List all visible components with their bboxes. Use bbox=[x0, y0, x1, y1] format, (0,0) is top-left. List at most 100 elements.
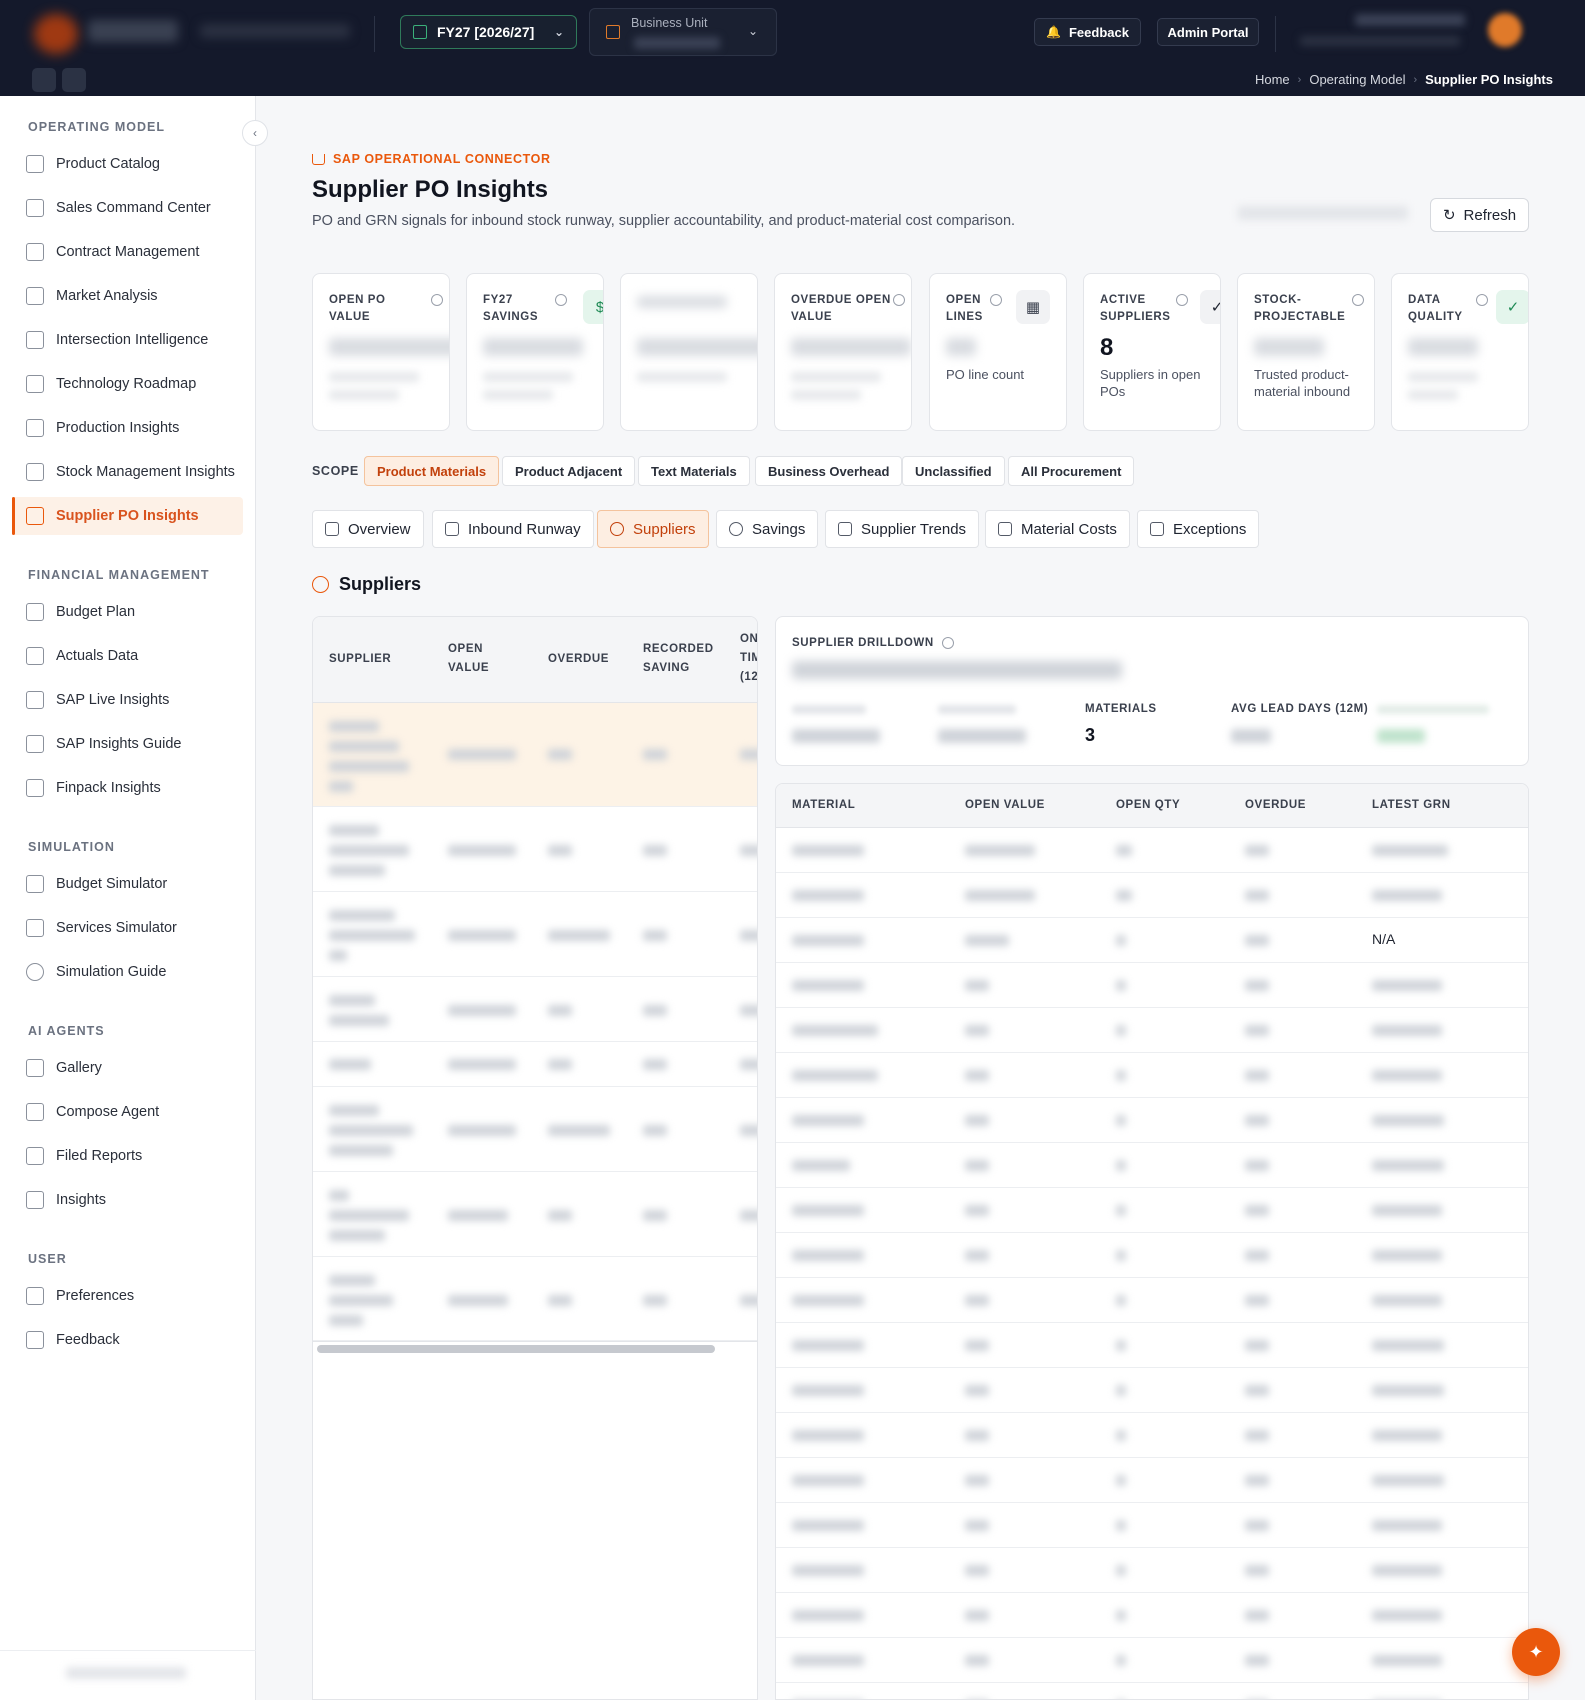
sidebar-item-simulation-guide[interactable]: Simulation Guide bbox=[12, 953, 243, 991]
sidebar-item-services-simulator[interactable]: Services Simulator bbox=[12, 909, 243, 947]
sidebar-item-contract-management[interactable]: Contract Management bbox=[12, 233, 243, 271]
column-header[interactable]: OVERDUE bbox=[548, 650, 609, 669]
sidebar-item-product-catalog[interactable]: Product Catalog bbox=[12, 145, 243, 183]
column-header[interactable]: SUPPLIER bbox=[329, 650, 391, 669]
refresh-button[interactable]: ↻ Refresh bbox=[1430, 198, 1529, 232]
tab-exceptions[interactable]: Exceptions bbox=[1137, 510, 1260, 548]
tab-overview[interactable]: Overview bbox=[312, 510, 424, 548]
scope-chip-product-materials[interactable]: Product Materials bbox=[364, 456, 500, 486]
fiscal-year-select[interactable]: FY27 [2026/27] ⌄ bbox=[400, 15, 577, 49]
table-row[interactable] bbox=[776, 1458, 1528, 1503]
column-header[interactable]: OVERDUE bbox=[1245, 799, 1306, 811]
column-header[interactable]: LATEST GRN bbox=[1372, 799, 1451, 811]
table-row[interactable] bbox=[776, 1008, 1528, 1053]
table-cell bbox=[792, 1340, 864, 1351]
table-row[interactable] bbox=[776, 1278, 1528, 1323]
scope-chip-product-adjacent[interactable]: Product Adjacent bbox=[502, 456, 636, 486]
sidebar-item-actuals-data[interactable]: Actuals Data bbox=[12, 637, 243, 675]
sidebar-item-feedback[interactable]: Feedback bbox=[12, 1321, 243, 1359]
sidebar-item-insights[interactable]: Insights bbox=[12, 1181, 243, 1219]
table-row[interactable] bbox=[776, 1233, 1528, 1278]
info-icon[interactable] bbox=[893, 294, 905, 306]
table-row[interactable] bbox=[313, 977, 757, 1042]
column-header[interactable]: MATERIAL bbox=[792, 799, 855, 811]
table-row[interactable] bbox=[776, 1593, 1528, 1638]
sidebar-item-intersection-intelligence[interactable]: Intersection Intelligence bbox=[12, 321, 243, 359]
table-row[interactable] bbox=[776, 1683, 1528, 1699]
tab-inbound-runway[interactable]: Inbound Runway bbox=[432, 510, 594, 548]
sidebar-item-compose-agent[interactable]: Compose Agent bbox=[12, 1093, 243, 1131]
table-row[interactable] bbox=[776, 1053, 1528, 1098]
table-row[interactable] bbox=[776, 1503, 1528, 1548]
sidebar-item-budget-simulator[interactable]: Budget Simulator bbox=[12, 865, 243, 903]
tab-supplier-trends[interactable]: Supplier Trends bbox=[825, 510, 980, 548]
sidebar-collapse-button[interactable]: ‹ bbox=[242, 120, 268, 146]
table-row[interactable] bbox=[313, 892, 757, 977]
table-row[interactable] bbox=[776, 963, 1528, 1008]
info-icon[interactable] bbox=[1476, 294, 1488, 306]
column-header[interactable]: OPEN VALUE bbox=[965, 799, 1045, 811]
sidebar-item-supplier-po-insights[interactable]: Supplier PO Insights bbox=[12, 497, 243, 535]
column-header[interactable]: OPEN QTY bbox=[1116, 799, 1180, 811]
table-row[interactable] bbox=[313, 1257, 757, 1341]
avatar[interactable] bbox=[1488, 13, 1522, 47]
column-header[interactable]: ON TIME (12 bbox=[740, 630, 757, 687]
table-row[interactable] bbox=[776, 1413, 1528, 1458]
table-row[interactable] bbox=[313, 703, 757, 807]
table-row[interactable] bbox=[776, 1638, 1528, 1683]
scope-chip-unclassified[interactable]: Unclassified bbox=[902, 456, 1005, 486]
sidebar-item-finpack-insights[interactable]: Finpack Insights bbox=[12, 769, 243, 807]
feedback-label: Feedback bbox=[1068, 24, 1129, 40]
table-row[interactable] bbox=[313, 1172, 757, 1257]
table-row[interactable] bbox=[313, 1042, 757, 1087]
scope-chip-business-overhead[interactable]: Business Overhead bbox=[755, 456, 903, 486]
info-icon[interactable] bbox=[431, 294, 443, 306]
breadcrumb-operating-model[interactable]: Operating Model bbox=[1309, 72, 1405, 87]
sidebar-item-production-insights[interactable]: Production Insights bbox=[12, 409, 243, 447]
sidebar-item-sales-command-center[interactable]: Sales Command Center bbox=[12, 189, 243, 227]
scope-chip-all-procurement[interactable]: All Procurement bbox=[1008, 456, 1135, 486]
column-header[interactable]: RECORDED SAVING bbox=[643, 640, 723, 678]
sidebar-item-sap-live-insights[interactable]: SAP Live Insights bbox=[12, 681, 243, 719]
table-row[interactable] bbox=[776, 1188, 1528, 1233]
sidebar-item-filed-reports[interactable]: Filed Reports bbox=[12, 1137, 243, 1175]
table-row[interactable] bbox=[776, 1368, 1528, 1413]
table-row[interactable] bbox=[776, 828, 1528, 873]
info-icon[interactable] bbox=[990, 294, 1002, 306]
table-row[interactable] bbox=[776, 1323, 1528, 1368]
horizontal-scrollbar[interactable] bbox=[317, 1345, 715, 1353]
feedback-button[interactable]: 🔔 Feedback bbox=[1034, 18, 1141, 46]
sidebar-item-sap-insights-guide[interactable]: SAP Insights Guide bbox=[12, 725, 243, 763]
table-row[interactable] bbox=[776, 873, 1528, 918]
tab-savings[interactable]: Savings bbox=[716, 510, 819, 548]
business-unit-select[interactable]: Business Unit ⌄ bbox=[589, 8, 777, 56]
table-row[interactable] bbox=[313, 807, 757, 892]
info-icon[interactable] bbox=[1352, 294, 1364, 306]
info-icon[interactable] bbox=[555, 294, 567, 306]
table-row[interactable] bbox=[776, 1098, 1528, 1143]
column-header[interactable]: OPEN VALUE bbox=[448, 640, 498, 678]
sidebar-item-technology-roadmap[interactable]: Technology Roadmap bbox=[12, 365, 243, 403]
table-row[interactable] bbox=[776, 1143, 1528, 1188]
nav-button[interactable] bbox=[62, 68, 86, 92]
ai-assistant-button[interactable]: ✦ bbox=[1512, 1628, 1560, 1676]
admin-portal-button[interactable]: Admin Portal bbox=[1157, 18, 1259, 46]
tab-suppliers[interactable]: Suppliers bbox=[597, 510, 709, 548]
sidebar-item-budget-plan[interactable]: Budget Plan bbox=[12, 593, 243, 631]
sidebar-item-preferences[interactable]: Preferences bbox=[12, 1277, 243, 1315]
breadcrumb-home[interactable]: Home bbox=[1255, 72, 1290, 87]
tab-material-costs[interactable]: Material Costs bbox=[985, 510, 1130, 548]
sidebar-item-gallery[interactable]: Gallery bbox=[12, 1049, 243, 1087]
logo[interactable] bbox=[34, 14, 78, 54]
nav-button[interactable] bbox=[32, 68, 56, 92]
table-cell bbox=[448, 930, 516, 941]
table-row[interactable] bbox=[313, 1087, 757, 1172]
info-icon[interactable] bbox=[1176, 294, 1188, 306]
sidebar-item-market-analysis[interactable]: Market Analysis bbox=[12, 277, 243, 315]
info-icon[interactable] bbox=[941, 637, 954, 649]
calendar-icon bbox=[413, 25, 427, 39]
sidebar-item-stock-management-insights[interactable]: Stock Management Insights bbox=[12, 453, 243, 491]
table-row[interactable]: N/A bbox=[776, 918, 1528, 963]
table-row[interactable] bbox=[776, 1548, 1528, 1593]
scope-chip-text-materials[interactable]: Text Materials bbox=[638, 456, 750, 486]
